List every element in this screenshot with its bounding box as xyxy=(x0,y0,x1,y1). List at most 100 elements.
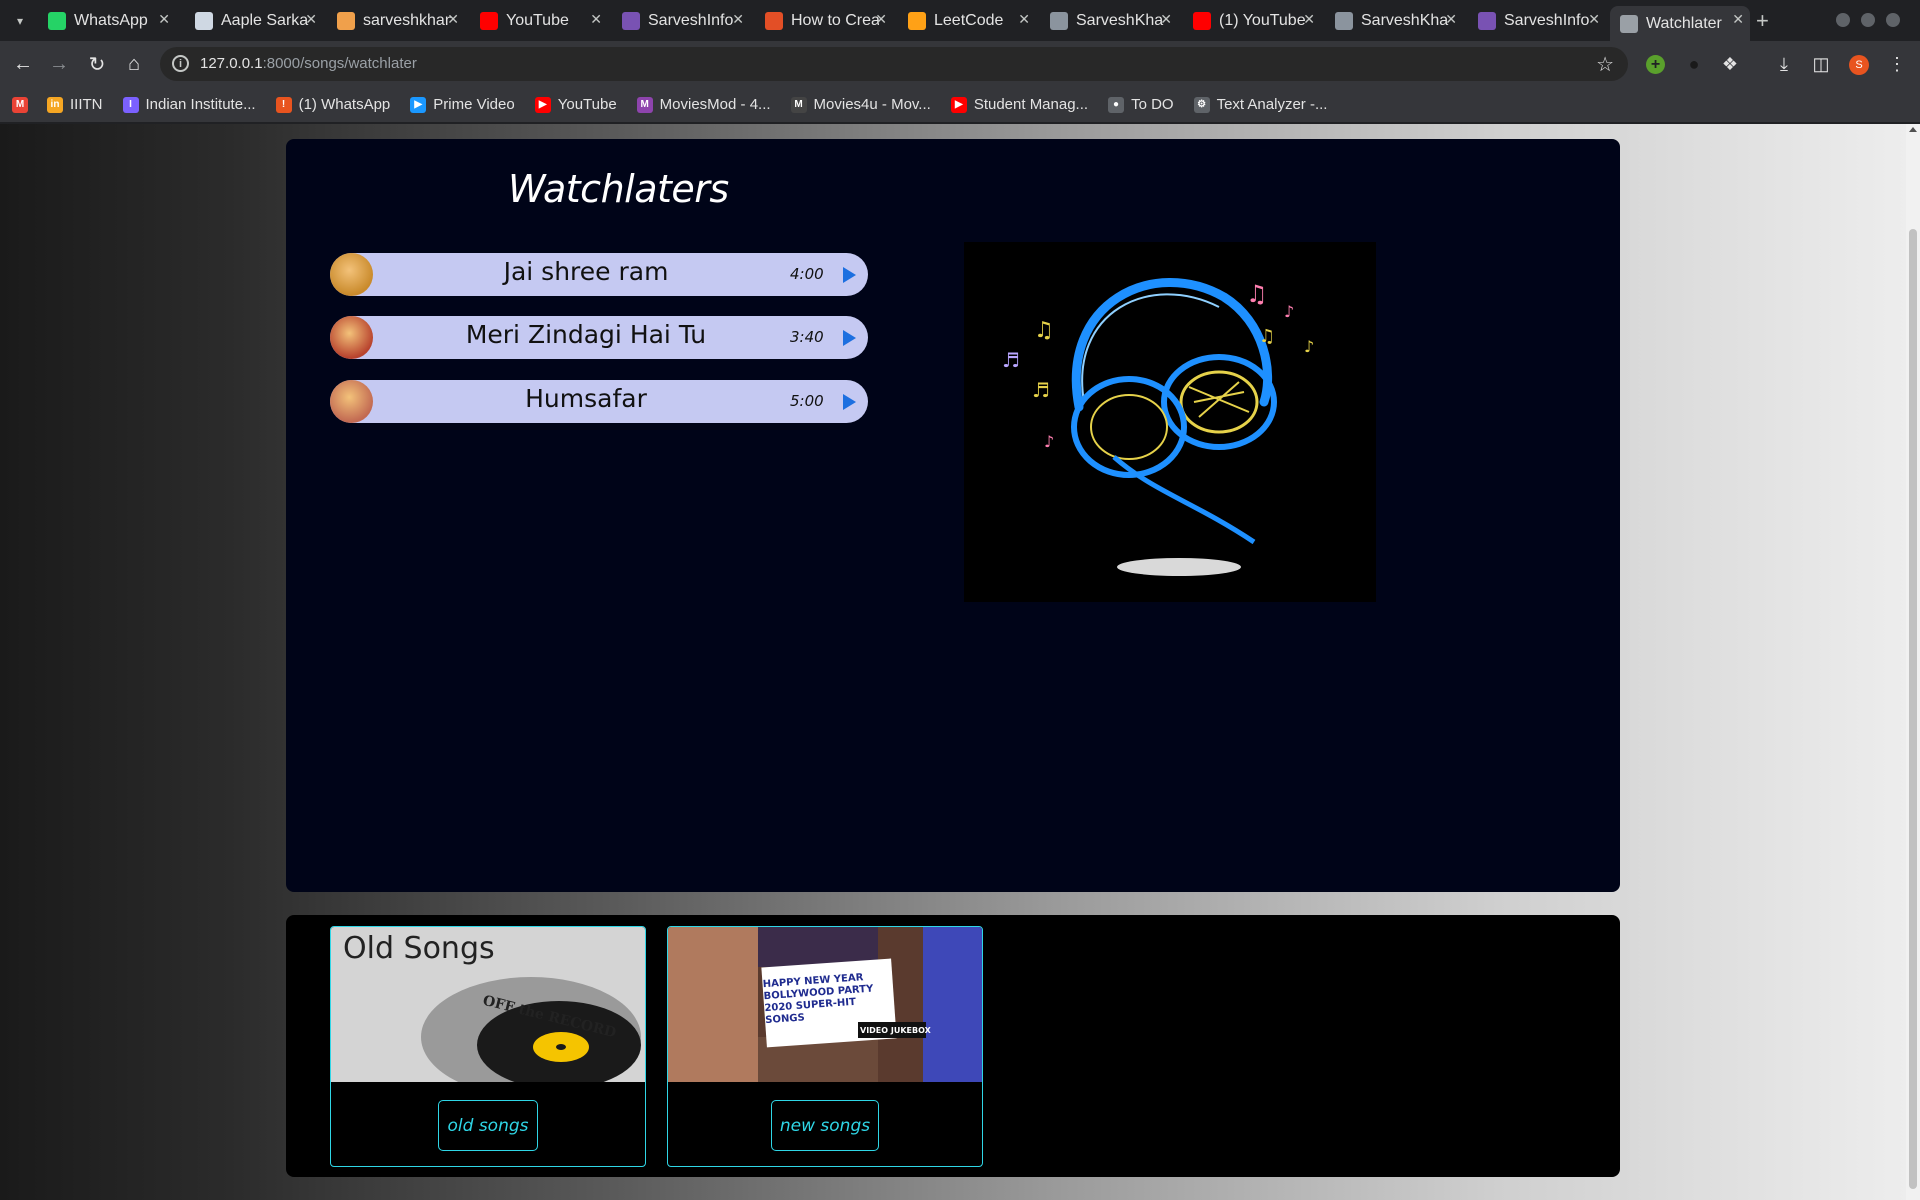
tab-title: Aaple Sarkar xyxy=(221,11,309,29)
tab-title: sarveshkhandalkar xyxy=(363,11,451,29)
bookmark-item[interactable]: ▶ Prime Video xyxy=(410,96,515,113)
bookmarks-bar: Min IIITN I Indian Institute... ! (1) WhatsAp… xyxy=(0,87,1920,123)
tab-5[interactable]: How to Create✕ xyxy=(755,6,893,35)
old-songs-card[interactable]: Old Songs OFF the RECORD old songs xyxy=(330,926,646,1167)
browser-toolbar: ← → ↻ ⌂ i 127.0.0.1:8000/songs/watchlate… xyxy=(0,41,1920,87)
song-row[interactable]: Humsafar 5:00 xyxy=(330,380,868,423)
tab-close-icon[interactable]: ✕ xyxy=(875,11,887,28)
address-bar[interactable]: i 127.0.0.1:8000/songs/watchlater ☆ xyxy=(160,47,1628,81)
svg-text:♪: ♪ xyxy=(1304,337,1314,356)
tab-2[interactable]: sarveshkhandalkar✕ xyxy=(327,6,465,35)
amazon-icon xyxy=(337,11,355,30)
scroll-up-arrow-icon[interactable] xyxy=(1909,127,1917,132)
bookmark-item[interactable]: in IIITN xyxy=(47,96,103,113)
tab-6[interactable]: LeetCode ✕ xyxy=(898,6,1036,35)
menu-dots-icon[interactable]: ⋮ xyxy=(1886,53,1908,75)
extensions-puzzle-icon[interactable]: ❖ xyxy=(1719,53,1741,75)
page-title: Watchlaters xyxy=(508,167,729,211)
svg-text:♪: ♪ xyxy=(1044,432,1054,451)
tab-title: SarveshInfo xyxy=(1504,11,1590,29)
tab-4[interactable]: SarveshInfo ✕ xyxy=(612,6,750,35)
institute-icon: I xyxy=(122,96,139,113)
tab-title: SarveshInfo xyxy=(648,11,734,29)
watchlater-panel: Watchlaters Jai shree ram 4:00 Meri Zindag… xyxy=(286,139,1620,892)
tab-title: SarveshKhandalkar xyxy=(1361,11,1449,29)
tab-11[interactable]: Watchlater ✕ xyxy=(1610,6,1750,41)
tab-close-icon[interactable]: ✕ xyxy=(590,11,602,28)
bootstrap-icon xyxy=(622,11,640,30)
bookmark-item[interactable]: ! (1) WhatsApp xyxy=(275,96,390,113)
home-icon[interactable]: ⌂ xyxy=(121,51,147,77)
song-thumbnail xyxy=(330,316,373,359)
maximize-icon[interactable] xyxy=(1861,13,1875,27)
tab-close-icon[interactable]: ✕ xyxy=(1303,11,1315,28)
tab-close-icon[interactable]: ✕ xyxy=(732,11,744,28)
svg-text:♬: ♬ xyxy=(1002,348,1020,372)
site-info-icon[interactable]: i xyxy=(172,55,189,72)
tab-close-icon[interactable]: ✕ xyxy=(1732,11,1744,28)
bookmark-item[interactable]: ▶ Student Manag... xyxy=(950,96,1089,113)
tab-10[interactable]: SarveshInfo ✕ xyxy=(1468,6,1606,35)
extension-dark-icon[interactable]: ● xyxy=(1683,53,1705,75)
forward-icon[interactable]: → xyxy=(46,51,72,77)
download-icon[interactable]: ⤓ xyxy=(1773,53,1795,75)
bookmark-label: MoviesMod - 4... xyxy=(659,96,771,113)
minimize-icon[interactable] xyxy=(1836,13,1850,27)
play-icon[interactable] xyxy=(843,267,856,283)
bookmark-item[interactable]: M xyxy=(12,96,35,113)
tab-title: WhatsApp xyxy=(74,11,148,29)
page-scrollbar[interactable] xyxy=(1906,124,1920,1200)
bookmark-star-icon[interactable]: ☆ xyxy=(1596,52,1614,77)
bookmark-item[interactable]: ▶ YouTube xyxy=(534,96,617,113)
bookmark-item[interactable]: M MoviesMod - 4... xyxy=(636,96,771,113)
tab-close-icon[interactable]: ✕ xyxy=(1588,11,1600,28)
tab-title: Watchlater xyxy=(1646,14,1722,32)
bookmark-label: Student Manag... xyxy=(973,96,1089,113)
tab-close-icon[interactable]: ✕ xyxy=(305,11,317,28)
tab-close-icon[interactable]: ✕ xyxy=(1445,11,1457,28)
bookmark-item[interactable]: I Indian Institute... xyxy=(122,96,256,113)
tab-close-icon[interactable]: ✕ xyxy=(158,11,170,28)
bookmark-label: Movies4u - Mov... xyxy=(813,96,931,113)
url-path: :8000/songs/watchlater xyxy=(262,55,417,72)
url-text[interactable]: 127.0.0.1:8000/songs/watchlater xyxy=(200,55,417,72)
new-songs-button[interactable]: new songs xyxy=(771,1100,879,1151)
song-row[interactable]: Meri Zindagi Hai Tu 3:40 xyxy=(330,316,868,359)
tab-close-icon[interactable]: ✕ xyxy=(1018,11,1030,28)
tab-close-icon[interactable]: ✕ xyxy=(447,11,459,28)
gear-icon: ⚙ xyxy=(1193,96,1210,113)
movies4u-icon: M xyxy=(790,96,807,113)
song-title: Jai shree ram xyxy=(503,257,669,286)
new-tab-icon[interactable]: + xyxy=(1756,8,1769,34)
tab-9[interactable]: SarveshKhandalkar✕ xyxy=(1325,6,1463,35)
youtube-icon: ▶ xyxy=(534,96,551,113)
side-panel-icon[interactable]: ◫ xyxy=(1810,53,1832,75)
back-icon[interactable]: ← xyxy=(10,51,36,77)
tab-strip: ▾ WhatsApp✕Aaple Sarkar✕sarveshkhandalka… xyxy=(0,0,1920,41)
scrollbar-thumb[interactable] xyxy=(1909,229,1917,1189)
profile-avatar[interactable]: S xyxy=(1849,55,1869,75)
song-title: Meri Zindagi Hai Tu xyxy=(465,320,707,349)
reload-icon[interactable]: ↻ xyxy=(84,51,110,77)
tab-1[interactable]: Aaple Sarkar ✕ xyxy=(185,6,323,35)
extension-add-icon[interactable]: + xyxy=(1646,55,1665,74)
tab-0[interactable]: WhatsApp ✕ xyxy=(38,6,176,35)
play-icon[interactable] xyxy=(843,330,856,346)
globe-icon xyxy=(1620,14,1638,33)
tab-8[interactable]: (1) YouTube ✕ xyxy=(1183,6,1321,35)
tab-7[interactable]: SarveshKhandalkar✕ xyxy=(1040,6,1178,35)
tab-search-icon[interactable]: ▾ xyxy=(8,9,32,33)
tab-close-icon[interactable]: ✕ xyxy=(1160,11,1172,28)
song-row[interactable]: Jai shree ram 4:00 xyxy=(330,253,868,296)
tab-3[interactable]: YouTube ✕ xyxy=(470,6,608,35)
close-window-icon[interactable] xyxy=(1886,13,1900,27)
old-songs-button[interactable]: old songs xyxy=(438,1100,538,1151)
window-controls xyxy=(1836,13,1900,27)
bookmark-item[interactable]: ● To DO xyxy=(1108,96,1174,113)
bookmark-item[interactable]: ⚙ Text Analyzer -... xyxy=(1193,96,1327,113)
categories-panel: Old Songs OFF the RECORD old songs HAPPY… xyxy=(286,915,1620,1177)
bookmark-item[interactable]: M Movies4u - Mov... xyxy=(790,96,931,113)
play-icon[interactable] xyxy=(843,394,856,410)
docs-icon xyxy=(195,11,213,30)
new-songs-card[interactable]: HAPPY NEW YEAR BOLLYWOOD PARTY 2020 SUPE… xyxy=(667,926,983,1167)
